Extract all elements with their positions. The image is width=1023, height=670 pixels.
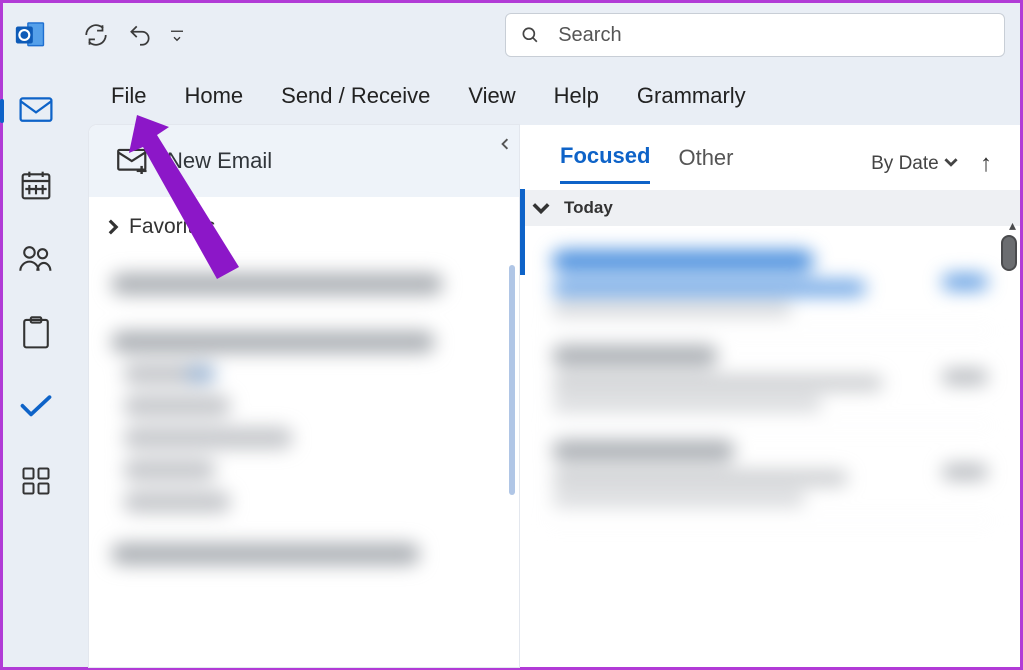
search-area xyxy=(505,13,1005,57)
group-today[interactable]: Today xyxy=(520,190,1020,226)
sort-direction-button[interactable]: ↑ xyxy=(980,150,992,178)
collapse-folder-pane-button[interactable] xyxy=(499,137,511,153)
inbox-tabs: Focused Other By Date ↑ xyxy=(520,125,1020,184)
rail-todo[interactable] xyxy=(18,389,54,425)
chevron-down-icon xyxy=(944,155,958,169)
ribbon-help[interactable]: Help xyxy=(554,83,599,109)
folder-list-blurred xyxy=(89,257,519,581)
ribbon-grammarly[interactable]: Grammarly xyxy=(637,83,746,109)
sort-label: By Date xyxy=(871,153,939,174)
group-today-label: Today xyxy=(564,198,613,218)
sync-button[interactable] xyxy=(77,16,115,54)
ribbon-home[interactable]: Home xyxy=(184,83,243,109)
ribbon-file[interactable]: File xyxy=(111,83,146,109)
search-icon xyxy=(520,24,540,46)
rail-tasks[interactable] xyxy=(18,315,54,351)
outer-scroll-up-icon: ▴ xyxy=(1009,217,1016,234)
ribbon-view[interactable]: View xyxy=(468,83,515,109)
undo-button[interactable] xyxy=(121,16,159,54)
favorites-header[interactable]: Favorites xyxy=(89,197,519,257)
message-pane: Focused Other By Date ↑ Today xyxy=(519,125,1020,667)
sort-by-date[interactable]: By Date xyxy=(871,153,958,175)
rail-mail[interactable] xyxy=(18,93,54,129)
rail-calendar[interactable] xyxy=(18,167,54,203)
chevron-down-icon xyxy=(532,199,550,217)
message-item[interactable] xyxy=(546,236,994,331)
ribbon-menu: File Home Send / Receive View Help Gramm… xyxy=(3,67,1020,125)
search-box[interactable] xyxy=(505,13,1005,57)
rail-people[interactable] xyxy=(18,241,54,277)
ribbon-send-receive[interactable]: Send / Receive xyxy=(281,83,430,109)
outlook-logo-icon xyxy=(13,18,47,52)
sort-controls: By Date ↑ xyxy=(871,150,992,178)
tab-other[interactable]: Other xyxy=(678,145,733,183)
folder-pane: New Email Favorites xyxy=(89,125,519,667)
message-item[interactable] xyxy=(546,331,994,426)
message-item[interactable] xyxy=(546,426,994,521)
message-list-blurred xyxy=(520,226,1020,531)
rail-apps[interactable] xyxy=(18,463,54,499)
search-input[interactable] xyxy=(558,24,990,47)
customize-qat-button[interactable] xyxy=(165,16,189,54)
outer-scrollbar-thumb[interactable] xyxy=(1001,235,1017,271)
new-email-label: New Email xyxy=(167,148,272,174)
content-area: New Email Favorites Focused Other xyxy=(69,125,1020,667)
chevron-right-icon xyxy=(105,219,121,235)
new-email-icon xyxy=(117,148,149,174)
folder-pane-scrollbar[interactable] xyxy=(509,265,515,495)
active-indicator xyxy=(0,99,4,123)
nav-rail xyxy=(3,67,69,667)
favorites-label: Favorites xyxy=(129,215,215,239)
tab-focused[interactable]: Focused xyxy=(560,143,650,184)
title-bar xyxy=(3,3,1020,67)
new-email-button[interactable]: New Email xyxy=(89,125,519,197)
